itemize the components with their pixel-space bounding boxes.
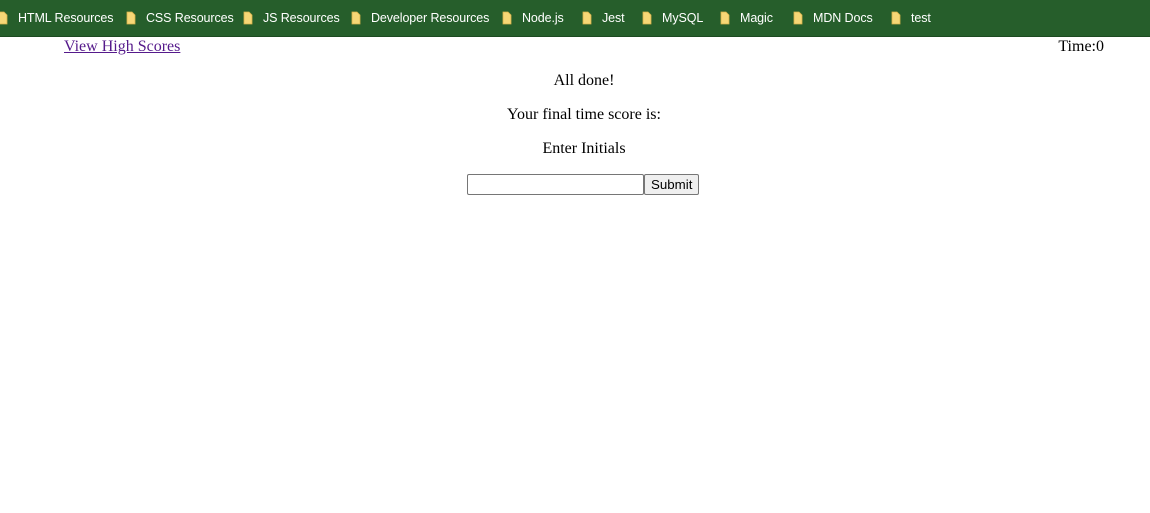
- all-done-heading: All done!: [553, 72, 615, 89]
- submit-button[interactable]: Submit: [644, 174, 700, 195]
- folder-icon: [720, 11, 730, 25]
- folder-icon: [243, 11, 253, 25]
- bookmark-label: test: [911, 11, 931, 25]
- bookmark-label: Node.js: [522, 11, 564, 25]
- final-score-text: Your final time score is:: [507, 106, 661, 123]
- bookmark-label: Jest: [602, 11, 625, 25]
- bookmark-magic[interactable]: Magic: [720, 0, 773, 36]
- folder-icon: [351, 11, 361, 25]
- timer: Time:0: [1058, 38, 1104, 56]
- bookmark-label: JS Resources: [263, 11, 340, 25]
- bookmarks-bar: HTML Resources CSS Resources JS Resource…: [0, 0, 1150, 37]
- bookmark-label: CSS Resources: [146, 11, 234, 25]
- bookmark-mysql[interactable]: MySQL: [642, 0, 703, 36]
- folder-icon: [582, 11, 592, 25]
- bookmark-nodejs[interactable]: Node.js: [502, 0, 564, 36]
- bookmark-developer-resources[interactable]: Developer Resources: [351, 0, 489, 36]
- bookmark-label: MySQL: [662, 11, 704, 25]
- initials-form: Submit: [467, 174, 700, 195]
- folder-icon: [0, 11, 8, 25]
- bookmark-test[interactable]: test: [891, 0, 931, 36]
- quiz-page: View High Scores Time:0 All done! Your f…: [0, 37, 1150, 513]
- folder-icon: [126, 11, 136, 25]
- bookmark-label: Magic: [740, 11, 773, 25]
- bookmark-label: MDN Docs: [813, 11, 873, 25]
- bookmark-mdn-docs[interactable]: MDN Docs: [793, 0, 873, 36]
- folder-icon: [502, 11, 512, 25]
- timer-label: Time:: [1058, 38, 1096, 55]
- bookmark-label: HTML Resources: [18, 11, 114, 25]
- initials-input[interactable]: [467, 174, 644, 195]
- bookmark-js-resources[interactable]: JS Resources: [243, 0, 340, 36]
- folder-icon: [891, 11, 901, 25]
- initials-label: Enter Initials: [542, 140, 626, 157]
- folder-icon: [793, 11, 803, 25]
- folder-icon: [642, 11, 652, 25]
- bookmark-label: Developer Resources: [371, 11, 490, 25]
- bookmark-jest[interactable]: Jest: [582, 0, 625, 36]
- timer-value: 0: [1096, 38, 1104, 55]
- bookmark-html-resources[interactable]: HTML Resources: [0, 0, 113, 36]
- bookmark-css-resources[interactable]: CSS Resources: [126, 0, 234, 36]
- view-high-scores-link[interactable]: View High Scores: [64, 38, 180, 56]
